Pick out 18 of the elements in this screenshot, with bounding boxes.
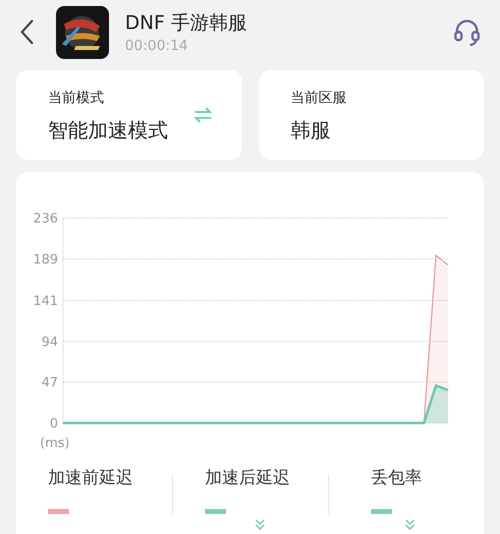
axis-tick-label: 236 — [33, 212, 58, 226]
axis-tick-label: 94 — [41, 334, 58, 350]
info-card[interactable]: 当前模式 智能加速模式 — [16, 70, 242, 160]
axis-tick-label: 0 — [50, 416, 58, 432]
switch-icon[interactable] — [194, 106, 212, 124]
axis-tick-label: 189 — [33, 252, 58, 268]
axis-unit-label: (ms) — [40, 436, 70, 451]
card-value: 韩服 — [290, 117, 332, 144]
card-label: 当前模式 — [48, 89, 105, 107]
axis-tick-label: 47 — [41, 376, 58, 391]
info-card[interactable]: 当前区服 韩服 — [258, 70, 484, 160]
axis-tick-label: 141 — [33, 294, 58, 310]
game-title: DNF 手游韩服 — [125, 10, 248, 34]
card-label: 当前区服 — [290, 89, 348, 107]
app-icon — [56, 6, 109, 58]
card-value: 智能加速模式 — [48, 117, 169, 144]
headset-icon[interactable] — [452, 17, 482, 47]
elapsed-time: 00:00:14 — [125, 38, 189, 54]
